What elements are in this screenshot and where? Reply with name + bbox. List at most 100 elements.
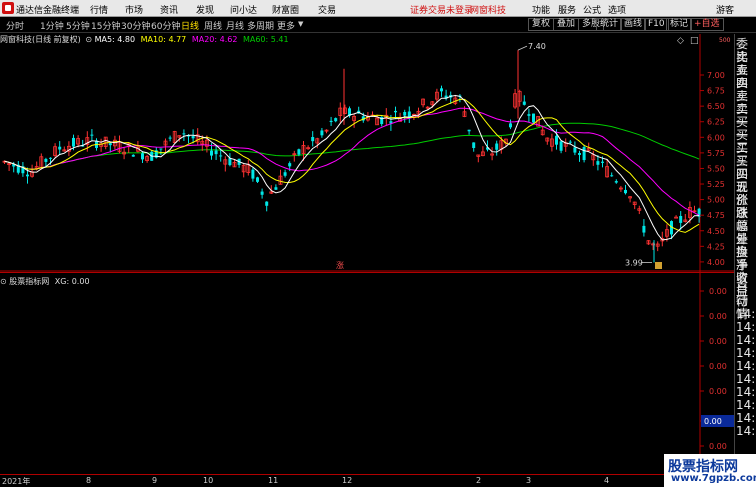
candle-down xyxy=(679,215,683,223)
candle-down xyxy=(44,158,48,162)
tab-15min[interactable]: 15分钟 xyxy=(91,19,120,32)
f10-button[interactable]: F10 xyxy=(644,18,669,31)
candle-down xyxy=(509,123,512,128)
event-marker-icon xyxy=(655,262,662,269)
date-month-label: 4 xyxy=(604,476,610,485)
menu-item-options[interactable]: 选项 xyxy=(608,3,626,16)
candle-down xyxy=(58,146,62,150)
candle-down xyxy=(334,118,338,122)
y-tick-label: 7.00 xyxy=(707,71,725,80)
watermark-logo: 股票指标网 www.7gpzb.com xyxy=(664,454,756,487)
menu-item-news[interactable]: 资讯 xyxy=(160,3,178,16)
y-tick-label: 5.50 xyxy=(707,164,725,173)
side-time-label: 14:50 xyxy=(736,424,756,438)
high-pointer xyxy=(517,45,528,51)
candlestick-chart[interactable]: 7.00 6.75 6.50 6.25 6.00 5.75 5.50 5.25 5.00 4.75… xyxy=(0,34,734,272)
candle-down xyxy=(131,154,135,157)
candle-down xyxy=(256,177,259,182)
menu-item-formula[interactable]: 公式 xyxy=(583,3,601,16)
indicator-chart[interactable]: 0.000.000.000.000.000.000.000.000.00 xyxy=(0,273,734,473)
candle-down xyxy=(251,169,255,179)
period-tab-bar: 分时 1分钟 5分钟 15分钟 30分钟 60分钟 日线 周线 月线 多周期 更… xyxy=(0,17,756,33)
candle-down xyxy=(578,153,581,155)
candle-down xyxy=(219,155,223,157)
candle-down xyxy=(311,137,315,142)
menu-item-market[interactable]: 市场 xyxy=(125,3,143,16)
candle-down xyxy=(228,158,232,166)
candle-down xyxy=(610,175,614,177)
tab-monthly[interactable]: 月线 xyxy=(226,19,244,32)
up-marker: 涨 xyxy=(336,260,344,270)
y-tick-label: 4.50 xyxy=(707,227,725,236)
tab-1min[interactable]: 1分钟 xyxy=(40,19,64,32)
y-tick-label: 4.00 xyxy=(707,258,725,267)
menu-item-function[interactable]: 功能 xyxy=(532,3,550,16)
candle-down xyxy=(320,130,324,136)
adjust-button[interactable]: 复权 xyxy=(528,18,555,31)
indicator-tick-label: 0.00 xyxy=(709,387,727,396)
candle-down xyxy=(532,113,535,123)
candle-down xyxy=(210,150,213,156)
tab-daily[interactable]: 日线 xyxy=(181,19,199,32)
app-title: 通达信金融终端 xyxy=(16,6,80,16)
side-value-label: 500 xyxy=(719,37,731,44)
watermark-url: www.7gpzb.com xyxy=(671,473,756,484)
candle-down xyxy=(573,147,577,153)
ma10-line xyxy=(4,98,700,233)
y-tick-label: 5.25 xyxy=(707,180,725,189)
mark-button[interactable]: 标记 xyxy=(666,18,693,31)
stats-button[interactable]: 统计 xyxy=(596,18,623,31)
y-tick-label: 6.50 xyxy=(707,102,725,111)
user-label[interactable]: 游客 xyxy=(716,3,734,16)
menu-item-trade[interactable]: 交易 xyxy=(318,3,336,16)
menu-item-ask[interactable]: 问小达 xyxy=(230,3,257,16)
draw-line-button[interactable]: 画线 xyxy=(620,18,647,31)
indicator-tick-label: 0.00 xyxy=(709,337,727,346)
add-watchlist-button[interactable]: +自选 xyxy=(690,18,724,31)
menu-item-wealth[interactable]: 财富圈 xyxy=(272,3,299,16)
date-month-label: 8 xyxy=(86,476,92,485)
tab-timeshare[interactable]: 分时 xyxy=(6,19,24,32)
candle-down xyxy=(394,110,397,113)
tab-weekly[interactable]: 周线 xyxy=(204,19,222,32)
tab-more[interactable]: 更多 xyxy=(277,19,295,32)
candle-down xyxy=(260,191,264,195)
y-tick-label: 6.00 xyxy=(707,133,725,142)
date-month-label: 11 xyxy=(268,476,279,485)
login-warning[interactable]: 证券交易未登录 xyxy=(410,3,473,16)
tab-5min[interactable]: 5分钟 xyxy=(66,19,90,32)
candle-down xyxy=(522,101,526,105)
date-month-label: 12 xyxy=(342,476,353,485)
candle-down xyxy=(90,134,94,136)
candle-down xyxy=(614,181,618,183)
candle-down xyxy=(642,225,646,233)
candle-down xyxy=(265,201,269,206)
y-tick-label: 4.25 xyxy=(707,242,725,251)
y-tick-label: 6.75 xyxy=(707,87,725,96)
chevron-down-icon[interactable]: ▼ xyxy=(298,20,303,28)
candle-down xyxy=(568,141,572,143)
tab-60min[interactable]: 60分钟 xyxy=(151,19,180,32)
tab-30min[interactable]: 30分钟 xyxy=(121,19,150,32)
candle-down xyxy=(274,187,278,190)
indicator-tick-label: 0.00 xyxy=(709,362,727,371)
candle-down xyxy=(527,114,531,116)
menu-item-quotes[interactable]: 行情 xyxy=(90,3,108,16)
indicator-tick-label: 0.00 xyxy=(709,312,727,321)
brand-label: 网窗科技 xyxy=(470,6,507,16)
overlay-button[interactable]: 叠加 xyxy=(553,18,580,31)
candle-down xyxy=(297,149,301,155)
candle-down xyxy=(288,163,292,167)
quote-side-panel: 委比 卖五 卖四 卖三 卖二 卖一 买一 买二 买三 买四 买五 现价 涨跌 涨幅 总量 外盘 换手 净资 收益 自… xyxy=(734,34,756,472)
date-month-label: 3 xyxy=(526,476,532,485)
tab-multi-period[interactable]: 多周期 xyxy=(247,19,274,32)
ma60-line xyxy=(4,122,700,170)
indicator-current-value: 0.00 xyxy=(704,417,722,426)
candle-down xyxy=(108,143,112,146)
menu-item-discover[interactable]: 发现 xyxy=(196,3,214,16)
candle-down xyxy=(559,141,563,151)
candle-down xyxy=(182,133,186,135)
candle-down xyxy=(159,148,163,150)
menu-item-service[interactable]: 服务 xyxy=(558,3,576,16)
candle-down xyxy=(168,137,172,139)
